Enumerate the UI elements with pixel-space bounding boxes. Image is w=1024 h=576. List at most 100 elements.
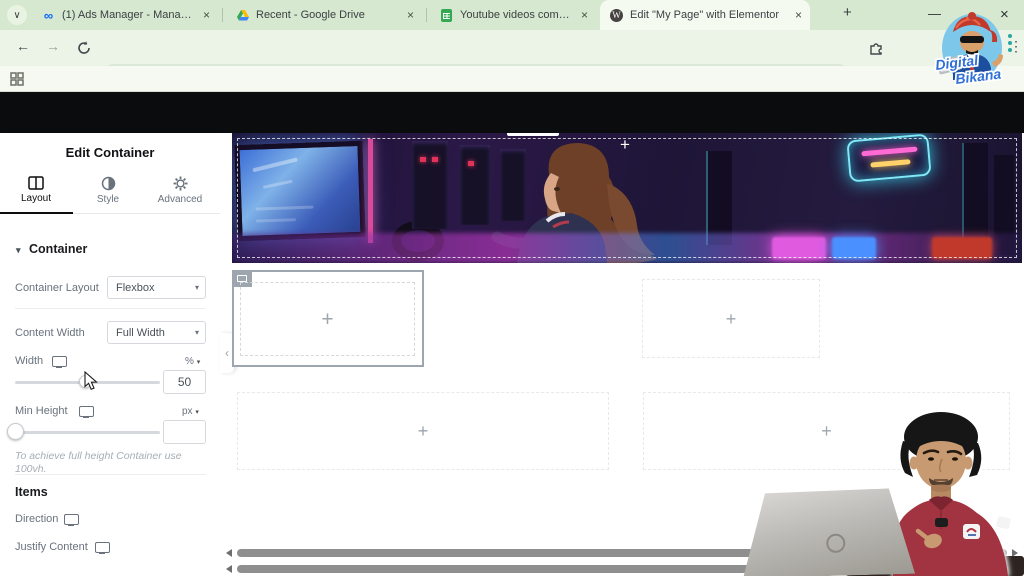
container-layout-select[interactable]: Flexbox ▾ [107,276,206,299]
tab-google-drive[interactable]: Recent - Google Drive × [226,0,422,30]
neon-floor-graphic [232,233,1022,263]
tab-title: (1) Ads Manager - Manage ads [62,9,196,21]
bookmarks-bar [0,66,1024,92]
responsive-desktop-icon[interactable] [95,542,110,554]
tab-label: Style [96,194,120,205]
min-height-slider-handle[interactable] [7,423,24,440]
mouse-cursor [84,371,98,391]
tab-advanced[interactable]: Advanced [144,176,216,205]
layout-columns-icon [28,176,44,190]
empty-container[interactable]: + [642,279,820,358]
collapse-icon: ‹ [225,346,229,360]
back-icon[interactable]: ← [16,38,30,54]
field-divider [15,308,206,309]
tab-style[interactable]: Style [72,176,144,205]
tab-title: Recent - Google Drive [256,9,365,21]
arcade-screen-graphic [234,140,366,242]
add-widget-icon[interactable]: + [418,422,429,440]
floor-tile [772,237,826,259]
min-height-slider-track[interactable] [15,431,160,434]
hero-image-section[interactable]: + [232,133,1022,263]
tab-title: Youtube videos complete topic [460,9,574,21]
width-unit-select[interactable]: % ▾ [185,356,200,367]
close-icon[interactable]: × [795,8,802,22]
extensions-icon[interactable] [868,40,884,56]
panel-title: Edit Container [65,145,155,160]
tab-divider [222,8,223,22]
chevron-down-icon: ∨ [13,9,21,21]
hero-add-icon[interactable]: + [620,135,630,155]
container-dropzone[interactable]: + [240,282,415,356]
tab-divider [426,8,427,22]
screen: ∨ ∞ (1) Ads Manager - Manage ads × Recen… [0,0,1024,576]
width-label: Width [15,355,44,367]
min-height-input[interactable] [163,420,206,444]
container-layout-value: Flexbox [116,281,155,294]
container-layout-label: Container Layout [15,282,99,294]
responsive-desktop-icon[interactable] [52,356,67,368]
style-contrast-icon [101,176,115,191]
tab-youtube-sheet[interactable]: Youtube videos complete topic × [430,0,596,30]
add-widget-icon[interactable]: + [726,310,737,328]
container-icon [237,275,247,282]
elementor-top-bar: + My Page (Draft) ▾ [0,92,1024,225]
browser-tab-strip: ∨ ∞ (1) Ads Manager - Manage ads × Recen… [0,0,1024,30]
laptop [741,488,915,576]
panel-tabs: Layout Style Advanced [0,171,220,214]
reload-icon[interactable] [76,40,92,56]
content-width-value: Full Width [116,326,165,339]
empty-container[interactable]: + [237,392,609,470]
justify-content-label: Justify Content [15,541,88,553]
elementor-edit-panel: Edit Container Layout Style Advanced ▾ C… [0,133,220,576]
chevron-down-icon: ▾ [194,328,199,337]
window-close-button[interactable]: × [1000,6,1009,23]
chevron-down-icon: ▾ [194,283,199,292]
tab-elementor-active[interactable]: W Edit "My Page" with Elementor × [600,0,810,30]
floor-tile [832,237,876,259]
forward-icon[interactable]: → [46,38,60,54]
person-silhouette [706,151,732,245]
responsive-desktop-icon[interactable] [79,406,94,418]
tab-ads-manager[interactable]: ∞ (1) Ads Manager - Manage ads × [32,0,218,30]
close-icon[interactable]: × [581,8,588,22]
floor-tile [932,237,992,259]
direction-label: Direction [15,513,59,525]
tab-layout[interactable]: Layout [0,176,72,204]
scroll-left-icon[interactable] [226,565,232,573]
selected-container[interactable]: + [232,270,424,367]
new-tab-button[interactable]: + [843,4,852,21]
close-icon[interactable]: × [203,8,210,22]
min-height-label: Min Height [15,405,68,417]
arcade-machine-silhouette [460,145,490,225]
width-input[interactable] [163,370,206,394]
hero-drag-handle[interactable] [507,133,559,136]
browser-menu-icon[interactable]: ⋮ [1009,38,1023,55]
add-widget-icon[interactable]: + [821,422,832,440]
google-drive-icon [236,9,249,22]
tab-search-button[interactable]: ∨ [7,5,27,25]
apps-grid-icon[interactable] [10,72,24,86]
editor-canvas: + ‹ + + + + [220,133,1024,576]
tab-label: Advanced [157,194,203,205]
content-width-label: Content Width [15,327,85,339]
wordpress-icon: W [610,8,623,22]
section-collapse-icon: ▾ [16,245,21,255]
tab-label: Layout [20,193,52,204]
advanced-gear-icon [173,176,187,191]
container-section-header[interactable]: ▾ Container [16,242,87,256]
field-divider [15,474,206,475]
arcade-machine-silhouette [412,141,448,229]
active-tab-underline [0,212,73,214]
responsive-desktop-icon[interactable] [64,514,79,526]
close-icon[interactable]: × [407,8,414,22]
items-heading: Items [15,485,48,499]
content-width-select[interactable]: Full Width ▾ [107,321,206,344]
full-height-note: To achieve full height Container use 100… [15,450,182,476]
window-minimize-button[interactable]: — [928,6,941,21]
neon-sign-graphic [846,133,932,183]
arcade-cabinet-trim [368,139,373,243]
add-widget-icon[interactable]: + [321,309,333,330]
min-height-unit-select[interactable]: px ▾ [182,406,199,417]
tab-title: Edit "My Page" with Elementor [630,9,780,21]
scroll-left-icon[interactable] [226,549,232,557]
